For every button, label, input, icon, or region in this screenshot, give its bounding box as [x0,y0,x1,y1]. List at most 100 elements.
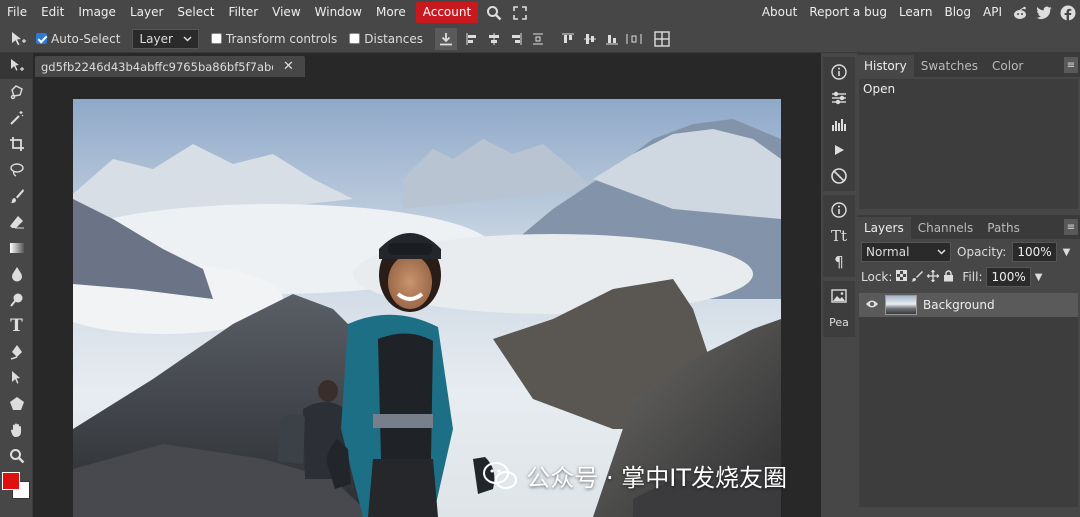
tab-history[interactable]: History [857,55,914,77]
facebook-icon[interactable] [1056,0,1080,25]
lock-all-icon[interactable] [943,269,954,285]
brush-icon[interactable] [0,183,33,209]
magic-wand-icon[interactable] [0,105,33,131]
tab-channels[interactable]: Channels [911,217,981,239]
lasso-icon[interactable] [0,157,33,183]
tab-swatches[interactable]: Swatches [914,55,985,77]
align-bottom-icon[interactable] [601,28,623,50]
path-select-icon[interactable] [0,365,33,391]
eraser-icon[interactable] [0,209,33,235]
document-area: gd5fb2246d43b4abffc9765ba86bf5f7abd0aeb … [33,53,821,517]
pen-tool-icon[interactable] [0,339,33,365]
grid-icon[interactable] [651,28,673,50]
layers-panel-tabs: Layers Channels Paths ≡ [857,215,1080,239]
panel-group-3: Pea [823,281,855,337]
align-middle-icon[interactable] [579,28,601,50]
align-left-icon[interactable] [461,28,483,50]
info-icon[interactable] [823,59,855,85]
menu-edit[interactable]: Edit [34,0,71,25]
opacity-input[interactable]: 100% [1012,242,1057,262]
panel-menu-icon[interactable]: ≡ [1064,219,1078,235]
blend-opacity-row: Normal Opacity: 100% ▼ [857,239,1080,265]
tab-paths[interactable]: Paths [980,217,1027,239]
lock-move-icon[interactable] [926,269,940,285]
pea-button[interactable]: Pea [823,309,855,335]
panel-menu-icon[interactable]: ≡ [1064,57,1078,73]
reddit-icon[interactable] [1008,0,1032,25]
move-tool-icon[interactable] [0,53,33,79]
tab-layers[interactable]: Layers [857,217,911,239]
lock-brush-icon[interactable] [911,270,924,285]
collapsed-panels: Tt ¶ Pea [822,53,856,517]
dodge-icon[interactable] [0,287,33,313]
play-icon[interactable] [823,137,855,163]
gradient-icon[interactable] [0,235,33,261]
twitter-icon[interactable] [1032,0,1056,25]
menu-view[interactable]: View [265,0,307,25]
crop-icon[interactable] [0,131,33,157]
menu-more[interactable]: More [369,0,413,25]
layers-panel: Layers Channels Paths ≡ Normal Opacity: … [857,215,1080,517]
canvas[interactable] [73,99,781,517]
character-icon[interactable]: Tt [823,223,855,249]
triangle-down-icon[interactable]: ▼ [1035,272,1043,283]
lock-label: Lock: [861,270,893,284]
menu-select[interactable]: Select [170,0,221,25]
align-right-icon[interactable] [505,28,527,50]
hand-tool-icon[interactable] [0,417,33,443]
blend-mode-select[interactable]: Normal [861,242,951,262]
menu-filter[interactable]: Filter [221,0,265,25]
align-center-h-icon[interactable] [483,28,505,50]
layer-select[interactable]: Layer [132,28,199,49]
link-learn[interactable]: Learn [893,0,939,25]
lasso-select-icon[interactable] [0,79,33,105]
eye-icon[interactable] [865,298,879,312]
download-icon[interactable] [435,27,457,50]
search-icon[interactable] [481,0,507,25]
fill-input[interactable]: 100% [986,267,1031,287]
document-tab-name: gd5fb2246d43b4abffc9765ba86bf5f7abd0aeb [41,59,273,74]
triangle-down-icon[interactable]: ▼ [1063,247,1071,258]
document-tab[interactable]: gd5fb2246d43b4abffc9765ba86bf5f7abd0aeb … [35,56,305,77]
align-top-icon[interactable] [557,28,579,50]
info-icon[interactable] [823,197,855,223]
zoom-tool-icon[interactable] [0,443,33,469]
tab-color[interactable]: Color [985,55,1030,77]
link-about[interactable]: About [756,0,803,25]
shape-tool-icon[interactable] [0,391,33,417]
checkbox-checked-icon [36,33,47,44]
fill-label: Fill: [962,270,983,284]
menu-window[interactable]: Window [308,0,369,25]
histogram-icon[interactable] [823,111,855,137]
fullscreen-icon[interactable] [507,0,533,25]
auto-select-checkbox[interactable]: Auto-Select [36,32,120,46]
distribute-icon[interactable] [527,28,549,50]
paragraph-icon[interactable]: ¶ [823,249,855,275]
menu-account[interactable]: Account [415,2,479,23]
image-icon[interactable] [823,283,855,309]
color-swatches[interactable] [0,469,33,503]
distances-checkbox[interactable]: Distances [349,32,423,46]
menu-layer[interactable]: Layer [123,0,170,25]
blur-drop-icon[interactable] [0,261,33,287]
layer-row[interactable]: Background [859,293,1078,317]
checkbox-unchecked-icon [210,33,222,44]
adjustments-icon[interactable] [823,85,855,111]
menu-file[interactable]: File [0,0,34,25]
opacity-label: Opacity: [957,245,1007,259]
history-item[interactable]: Open [859,79,1078,99]
menu-image[interactable]: Image [71,0,123,25]
no-entry-icon[interactable] [823,163,855,189]
type-tool-icon[interactable]: T [0,313,33,339]
close-icon[interactable]: ✕ [283,59,294,74]
blend-mode-value: Normal [866,245,910,259]
lock-transparent-icon[interactable] [896,270,908,284]
link-blog[interactable]: Blog [938,0,977,25]
layer-select-value: Layer [139,31,173,46]
transform-controls-checkbox[interactable]: Transform controls [210,32,337,46]
link-api[interactable]: API [977,0,1008,25]
distribute-h-icon[interactable] [623,28,645,50]
panel-group-1 [823,57,855,191]
auto-select-label: Auto-Select [51,31,121,46]
link-report-bug[interactable]: Report a bug [803,0,893,25]
